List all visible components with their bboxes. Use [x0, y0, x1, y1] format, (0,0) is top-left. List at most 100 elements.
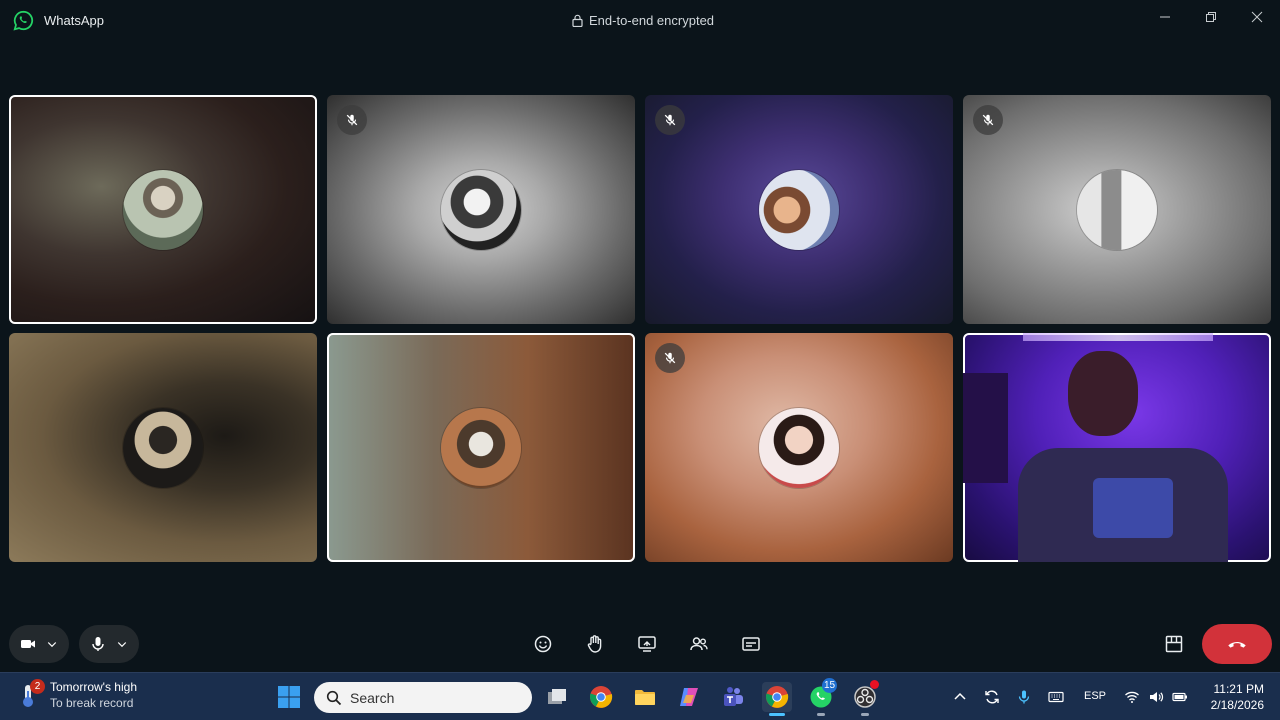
file-explorer-button[interactable]	[630, 682, 660, 712]
reactions-button[interactable]	[530, 632, 556, 656]
mic-off-icon	[664, 352, 676, 364]
share-screen-icon	[638, 636, 656, 652]
volume-icon	[1150, 692, 1164, 702]
chevron-down-icon[interactable]	[46, 638, 58, 650]
weather-text: Tomorrow's high To break record	[50, 680, 137, 710]
encryption-label: End-to-end encrypted	[589, 13, 715, 28]
mic-off-icon	[346, 114, 358, 126]
captions-button[interactable]	[738, 632, 764, 656]
restore-icon	[1206, 12, 1216, 22]
muted-indicator	[337, 105, 367, 135]
microphone-icon	[1018, 690, 1030, 704]
battery-icon	[1172, 692, 1187, 702]
participant-tile[interactable]	[327, 333, 635, 562]
folder-icon	[635, 690, 655, 705]
task-view-button[interactable]	[542, 682, 572, 712]
microphone-icon	[92, 637, 104, 651]
sync-tray-button[interactable]	[982, 687, 1002, 707]
search-icon	[326, 690, 342, 705]
close-icon	[1251, 11, 1263, 23]
person-head	[1068, 351, 1138, 436]
participant-avatar	[123, 169, 203, 250]
participant-tile[interactable]	[9, 95, 317, 324]
participant-avatar	[441, 407, 521, 488]
participants-button[interactable]	[686, 632, 712, 656]
participant-avatar	[759, 169, 839, 250]
raise-hand-button[interactable]	[582, 632, 608, 656]
participant-tile[interactable]	[9, 333, 317, 562]
shirt-graphic	[1093, 478, 1173, 538]
battery-tray-button[interactable]	[1170, 687, 1190, 707]
taskbar: 2 Tomorrow's high To break record Search…	[0, 672, 1280, 720]
chevron-down-icon[interactable]	[116, 638, 128, 650]
participant-avatar	[759, 407, 839, 488]
participant-tile[interactable]	[645, 95, 953, 324]
clock-time: 11:21 PM	[1213, 682, 1264, 696]
clock-date: 2/18/2026	[1210, 698, 1264, 712]
participant-grid	[9, 95, 1271, 562]
minimize-icon	[1160, 16, 1170, 18]
participant-tile[interactable]	[963, 95, 1271, 324]
copilot-button[interactable]	[674, 682, 704, 712]
restore-button[interactable]	[1196, 6, 1226, 28]
participant-avatar	[123, 407, 203, 488]
weather-line1: Tomorrow's high	[50, 680, 137, 694]
wifi-tray-button[interactable]	[1122, 687, 1142, 707]
obs-taskbar-button[interactable]	[850, 680, 880, 716]
minimize-button[interactable]	[1150, 6, 1180, 28]
keyboard-icon	[1048, 691, 1064, 703]
taskbar-search[interactable]: Search	[314, 682, 532, 713]
shelf	[963, 373, 1008, 483]
system-clock[interactable]: 11:21 PM 2/18/2026	[1200, 681, 1264, 713]
wifi-icon	[1125, 691, 1139, 703]
mic-in-use-tray-button[interactable]	[1014, 687, 1034, 707]
muted-indicator	[655, 105, 685, 135]
share-screen-button[interactable]	[634, 632, 660, 656]
camera-icon	[21, 640, 35, 648]
layout-icon	[1165, 635, 1183, 653]
title-bar: WhatsApp End-to-end encrypted	[0, 0, 1280, 40]
input-language[interactable]: ESP	[1084, 690, 1106, 702]
whatsapp-unread-badge: 15	[822, 678, 837, 693]
touch-keyboard-button[interactable]	[1046, 687, 1066, 707]
mic-off-icon	[664, 114, 676, 126]
show-hidden-icons-button[interactable]	[950, 687, 970, 707]
participant-tile[interactable]	[645, 333, 953, 562]
app-title: WhatsApp	[44, 13, 104, 28]
captions-icon	[742, 637, 760, 651]
participant-avatar	[1077, 169, 1157, 250]
end-call-button[interactable]	[1202, 624, 1272, 664]
camera-control[interactable]	[9, 625, 69, 663]
raise-hand-icon	[587, 635, 602, 653]
thermometer-icon: 2	[18, 679, 45, 709]
teams-icon	[724, 687, 743, 706]
participant-tile[interactable]	[327, 95, 635, 324]
end-call-icon	[1228, 641, 1246, 648]
whatsapp-taskbar-button[interactable]: 15	[806, 678, 837, 716]
windows-start-icon[interactable]	[277, 685, 301, 709]
copilot-icon	[680, 688, 698, 706]
chrome-icon	[766, 686, 789, 708]
whatsapp-logo-icon	[13, 10, 33, 31]
search-placeholder: Search	[350, 689, 395, 706]
teams-button[interactable]	[718, 682, 748, 712]
microphone-control[interactable]	[79, 625, 139, 663]
recording-indicator	[870, 680, 879, 689]
volume-tray-button[interactable]	[1146, 687, 1166, 707]
encryption-indicator: End-to-end encrypted	[572, 13, 714, 28]
chrome-profile-taskbar-button[interactable]	[762, 682, 792, 716]
weather-widget[interactable]: 2 Tomorrow's high To break record	[18, 679, 137, 710]
participants-icon	[690, 637, 708, 651]
chevron-up-icon	[954, 692, 966, 700]
sync-icon	[985, 690, 999, 704]
chrome-icon	[590, 686, 613, 708]
chrome-taskbar-button[interactable]	[586, 682, 616, 712]
muted-indicator	[973, 105, 1003, 135]
layout-button[interactable]	[1161, 632, 1187, 656]
close-button[interactable]	[1242, 6, 1272, 28]
self-video-tile[interactable]	[963, 333, 1271, 562]
lock-icon	[572, 14, 583, 27]
mic-off-icon	[982, 114, 994, 126]
muted-indicator	[655, 343, 685, 373]
participant-avatar	[441, 169, 521, 250]
